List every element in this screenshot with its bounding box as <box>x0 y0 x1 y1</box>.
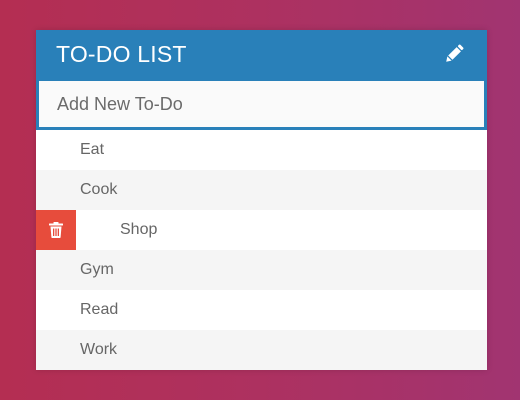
todo-label: Read <box>80 301 119 318</box>
trash-icon[interactable] <box>36 210 76 250</box>
list-item[interactable]: Cook <box>36 170 487 210</box>
new-todo-input[interactable] <box>36 78 487 130</box>
list-item[interactable]: Shop <box>36 210 487 250</box>
list-item[interactable]: Gym <box>36 250 487 290</box>
list-item[interactable]: Read <box>36 290 487 330</box>
list-item[interactable]: Eat <box>36 130 487 170</box>
todo-header: TO-DO LIST <box>36 30 487 78</box>
todo-label: Shop <box>120 221 158 238</box>
todo-label: Cook <box>80 181 118 198</box>
pencil-icon[interactable] <box>441 41 467 67</box>
todo-label: Work <box>80 341 118 358</box>
todo-card: TO-DO LIST Eat Cook <box>36 30 487 370</box>
list-item[interactable]: Work <box>36 330 487 370</box>
new-todo-wrapper <box>36 78 487 130</box>
todo-label: Eat <box>80 141 105 158</box>
todo-list: Eat Cook Shop Gym Read Work <box>36 130 487 370</box>
todo-label: Gym <box>80 261 114 278</box>
page-title: TO-DO LIST <box>56 40 187 67</box>
